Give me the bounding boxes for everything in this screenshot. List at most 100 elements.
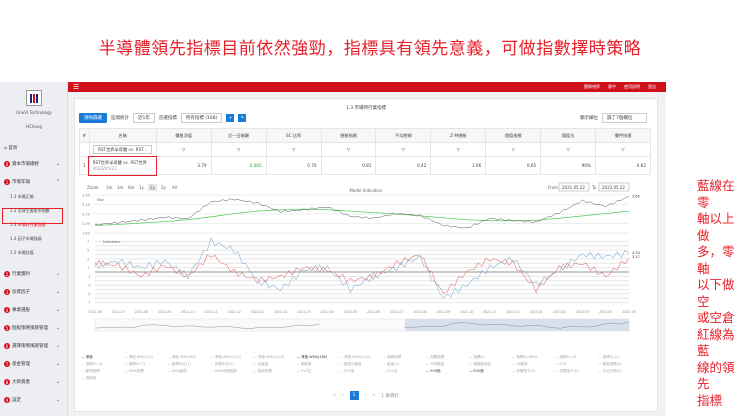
filter-icon[interactable]: ▽ [155,142,212,157]
legend-item[interactable]: — 淨值 WMA(20) [124,355,167,360]
column-header[interactable]: SC 比率 [265,128,322,143]
legend-item[interactable]: — 平台空間(U) [598,369,641,374]
legend-item[interactable]: — 供需指下(D) [555,369,598,374]
column-header[interactable]: 穩值指標 [485,128,542,143]
legend-item[interactable]: — DMA動態 [167,369,210,374]
filter-icon[interactable]: ▽ [210,142,267,157]
topbar-link[interactable]: 客中 [608,84,616,90]
legend-item[interactable]: — EVS值 [469,369,512,374]
legend-item[interactable]: — 指標Zs [469,355,512,360]
legend-item[interactable]: — 淨值 WMA(120) [210,355,253,360]
legend-item[interactable]: — 指標Zs WMA [512,355,555,360]
column-header[interactable]: 平均總報 [375,128,432,143]
clear-filter-button[interactable]: 清除篩選 [79,113,107,123]
legend-item[interactable]: — 指標Zs 20 [555,355,598,360]
period-select[interactable]: 近1年 [133,113,155,123]
column-header[interactable]: Z-M總報 [430,128,487,143]
column-header[interactable]: 擺件指標 [595,128,651,143]
edit-button[interactable]: ✎ [238,114,247,122]
legend-item[interactable]: — 總報動量值 [469,362,512,367]
filter-icon[interactable]: ▽ [485,142,542,157]
legend-item[interactable]: — EVS正 [296,369,339,374]
legend-item[interactable]: — Zs動態 [512,362,555,367]
legend-item[interactable]: — 指標Zs 71 [124,362,167,367]
legend-item[interactable]: — 淨值 [81,355,124,360]
legend-item[interactable]: — 淨值 WMA(250) [339,355,382,360]
legend-item[interactable]: — 指標中位(1) [167,362,210,367]
legend-item[interactable]: — EVS差 [339,369,382,374]
legend-item[interactable]: — 指標Zs 21 [598,355,641,360]
legend-item[interactable]: — DMA指標 [124,369,167,374]
legend-item[interactable]: — EVS指 [426,369,469,374]
topbar-link[interactable]: 使用說明 [624,84,640,90]
legend-item[interactable]: — 加速度 [253,362,296,367]
legend-item[interactable]: — 指標中位(2) [210,362,253,367]
column-header[interactable]: 名稱 [88,128,157,143]
sidebar-item[interactable]: 6 選擇策略風險管理 ⌄ [0,338,68,354]
legend-item[interactable]: — 淨值 WMA(60) [167,355,210,360]
sidebar-item[interactable]: 5 個股策略風險管理 ⌄ [0,320,68,336]
sidebar-subitem[interactable]: 1.5 市場估值 [10,250,34,256]
menu-icon[interactable]: ☰ [73,83,79,91]
legend-item[interactable]: — 動態指標 [81,369,124,374]
next-page-button[interactable]: › [365,393,367,398]
sidebar-item[interactable]: 2 行業獲利 ⌄ [0,266,68,282]
sidebar-item[interactable]: 4 專業選股 ⌄ [0,302,68,318]
filter-icon[interactable]: ▽ [430,142,487,157]
sidebar-subitem[interactable]: 1.4 因子市場強弱 [10,236,42,242]
name-filter-select[interactable]: RST世界半導體 vs. RST... [92,144,153,154]
legend-item[interactable]: — 動能值 [296,362,339,367]
topbar-link[interactable]: 團隊視界 [584,84,600,90]
sidebar-item[interactable]: 8 大師資產 ⌄ [0,374,68,390]
prev-page-button[interactable]: ‹ [342,393,344,398]
display-select[interactable]: 篩了7個欄位 [602,113,647,123]
sidebar-item[interactable]: 9 設定 ⌄ [0,392,68,408]
filter-icon[interactable]: ▽ [320,142,377,157]
column-header[interactable]: # [79,128,90,143]
sidebar-item[interactable]: 3 投資因子 ⌄ [0,284,68,300]
column-header[interactable]: 近一日報酬 [210,128,267,143]
range-button-1m[interactable]: 1m [106,185,113,190]
legend-item[interactable]: — DMA信號趨勢 [210,369,253,374]
legend-item[interactable]: — 指標Zs 34 [81,362,124,367]
logout-link[interactable]: 登出 [648,84,656,90]
legend-item[interactable]: — 淨值 WMA(180) [296,355,339,360]
sidebar-subitem[interactable]: 1.1 市場正略 [10,194,34,200]
legend-item[interactable]: — EVS反 [383,369,426,374]
current-page[interactable]: 1 [349,391,359,400]
legend-item[interactable]: — 趨勢指標 [253,369,296,374]
legend-item[interactable]: — 淨值 WMA(120) [253,355,296,360]
range-button-All[interactable]: All [172,185,177,190]
sidebar-item[interactable]: 7 基金管理 ⌄ [0,356,68,372]
navigator-selection[interactable] [404,319,629,331]
sidebar-item[interactable]: 1 市場年報 ⌃ [0,174,68,190]
add-button[interactable]: + [226,114,235,122]
legend-item[interactable]: — 動量加速度 [339,362,382,367]
sidebar-home[interactable]: ⌂ 首頁 [0,140,68,156]
filter-icon[interactable]: ▽ [265,142,322,157]
column-header[interactable]: 總報指標 [320,128,377,143]
legend-item[interactable]: — 週期值 [81,376,124,381]
legend-item[interactable]: — 供需指下(U) [512,369,555,374]
range-button-3y[interactable]: 3y [161,185,167,190]
index-select[interactable]: 所有指標 (168) [180,113,223,123]
name-filter[interactable]: RST世界半導體 vs. RST... [88,142,157,157]
legend-item[interactable]: — 動量(U) [383,362,426,367]
filter-icon[interactable]: ▽ [595,142,651,157]
legend-item[interactable]: — 總報指標 [383,355,426,360]
legend-item[interactable]: — 不同動量 [426,362,469,367]
range-button-2y[interactable]: 2y [150,185,156,190]
sidebar-item[interactable]: 0 資本市場總經 ⌄ [0,156,68,172]
first-page-button[interactable]: « [333,393,336,398]
range-button-3m[interactable]: 3m [117,185,124,190]
legend-item[interactable]: — 相關指標 [426,355,469,360]
filter-icon[interactable]: ▽ [375,142,432,157]
legend-item[interactable]: — EVS [555,362,598,367]
column-header[interactable]: 價格淨值 [155,128,212,143]
filter-icon[interactable]: ▽ [540,142,597,157]
column-header[interactable]: 擅值位 [540,128,597,143]
range-button-1y[interactable]: 1y [139,185,145,190]
range-button-6m[interactable]: 6m [128,185,135,190]
legend-item[interactable]: — 動能指標(K) [598,362,641,367]
last-page-button[interactable]: » [372,393,375,398]
